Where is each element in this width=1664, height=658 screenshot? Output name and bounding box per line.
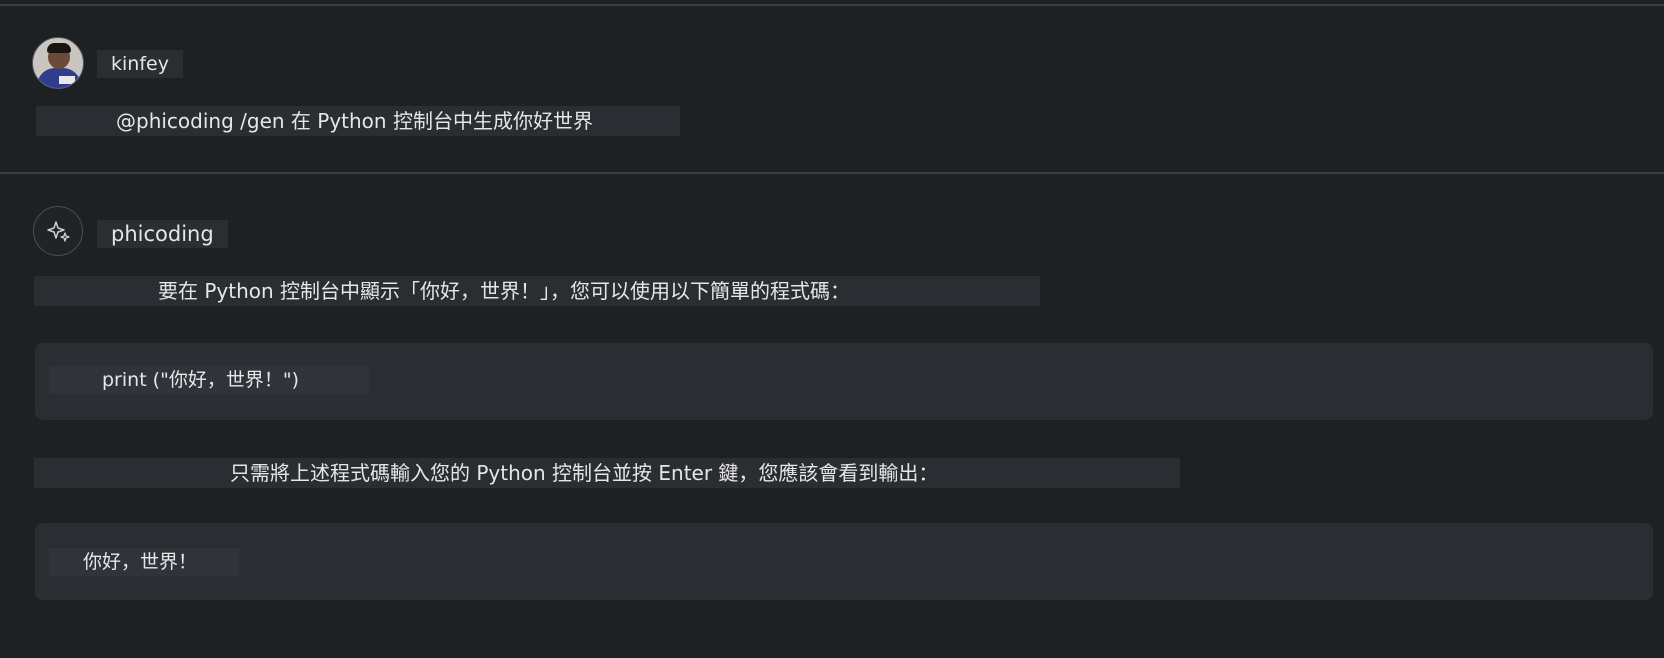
user-name: kinfey (97, 50, 183, 78)
output-line: 你好，世界！ (49, 548, 239, 576)
response-text-instructions: 只需將上述程式碼輸入您的 Python 控制台並按 Enter 鍵，您應該會看到… (34, 458, 1180, 488)
code-block-print[interactable]: print ("你好，世界！") (35, 343, 1653, 420)
bot-name: phicoding (97, 220, 228, 248)
code-block-output[interactable]: 你好，世界！ (35, 523, 1653, 600)
user-avatar[interactable] (32, 37, 84, 89)
chat-panel: kinfey @phicoding /gen 在 Python 控制台中生成你好… (0, 0, 1664, 658)
sparkle-icon (47, 221, 70, 242)
top-divider (0, 4, 1664, 6)
user-message: @phicoding /gen 在 Python 控制台中生成你好世界 (36, 106, 680, 136)
code-line: print ("你好，世界！") (49, 366, 369, 394)
response-text-intro: 要在 Python 控制台中顯示「你好，世界！」，您可以使用以下簡單的程式碼： (34, 276, 1040, 306)
bot-avatar[interactable] (33, 206, 83, 256)
message-divider (0, 172, 1664, 174)
